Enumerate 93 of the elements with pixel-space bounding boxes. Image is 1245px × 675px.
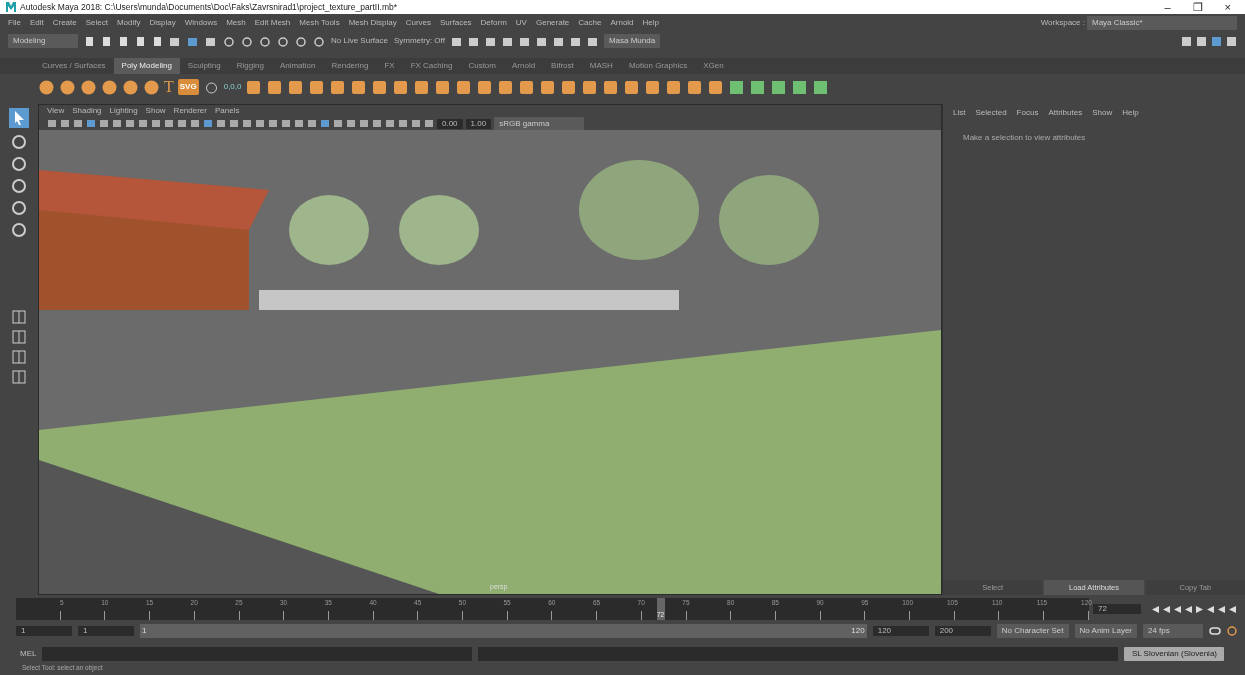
file-tool-icon[interactable] — [135, 35, 146, 47]
shelf-tab[interactable]: Animation — [271, 58, 324, 74]
select-mode-icon[interactable] — [187, 35, 199, 47]
menu-item[interactable]: Curves — [405, 17, 431, 29]
polygon-primitive-icon[interactable] — [101, 78, 118, 96]
menu-item[interactable]: Edit — [29, 17, 44, 29]
start-frame-field[interactable]: 1 — [16, 626, 72, 636]
attribute-menu-item[interactable]: Selected — [975, 107, 1007, 119]
panel-menu-item[interactable]: Lighting — [109, 105, 138, 117]
select-tool-icon[interactable] — [9, 108, 29, 128]
minimize-button[interactable]: – — [1164, 0, 1171, 16]
menu-item[interactable]: Display — [149, 17, 176, 29]
polygon-primitive-icon[interactable] — [122, 78, 139, 96]
loop-icon[interactable] — [1209, 626, 1221, 636]
command-language-label[interactable]: MEL — [20, 648, 37, 660]
menu-item[interactable]: Mesh — [226, 17, 246, 29]
maya-logo-icon — [6, 2, 16, 12]
snap-readout: 0,0,0 — [223, 81, 242, 93]
sound-icon[interactable] — [1227, 626, 1237, 636]
menu-item[interactable]: Select — [85, 17, 108, 29]
select-mode-icon[interactable] — [169, 35, 181, 47]
file-tool-icon[interactable] — [152, 35, 163, 47]
shelf-tab[interactable]: FX — [376, 58, 403, 74]
menu-item[interactable]: File — [8, 17, 21, 29]
shelf-tab[interactable]: Sculpting — [179, 58, 229, 74]
range-end-label: 120 — [851, 625, 865, 637]
menu-item[interactable]: Surfaces — [440, 17, 472, 29]
menu-item[interactable]: Windows — [184, 17, 218, 29]
anim-layer-dropdown[interactable]: No Anim Layer — [1074, 624, 1137, 638]
file-tool-icon[interactable] — [101, 35, 112, 47]
text-tool[interactable]: T — [164, 79, 174, 95]
panel-menu-item[interactable]: View — [47, 105, 65, 117]
menu-item[interactable]: Edit Mesh — [254, 17, 291, 29]
menu-item[interactable]: Arnold — [610, 17, 634, 29]
playback-end-field[interactable]: 120 — [872, 626, 929, 636]
attribute-menu-item[interactable]: Focus — [1016, 107, 1039, 119]
attribute-menu-item[interactable]: Show — [1092, 107, 1113, 119]
shelf-tab[interactable]: Custom — [460, 58, 504, 74]
character-set-dropdown[interactable]: No Character Set — [996, 624, 1069, 638]
panel-menu-item[interactable]: Show — [145, 105, 166, 117]
polygon-primitive-icon[interactable] — [59, 78, 76, 96]
attribute-menu-item[interactable]: Attributes — [1048, 107, 1083, 119]
user-account-dropdown[interactable]: Masa Munda — [603, 34, 661, 48]
close-button[interactable]: × — [1224, 0, 1231, 16]
panel-menu-item[interactable]: Panels — [214, 105, 240, 117]
menu-item[interactable]: Generate — [535, 17, 570, 29]
workspace-label: Workspace : — [1040, 17, 1085, 29]
menu-item[interactable]: Create — [52, 17, 77, 29]
attribute-menu-item[interactable]: List — [953, 107, 966, 119]
menu-item[interactable]: Cache — [578, 17, 602, 29]
command-input-field[interactable] — [42, 647, 473, 661]
gamma-field[interactable]: 1.00 — [465, 118, 492, 129]
panel-menu-item[interactable]: Renderer — [173, 105, 207, 117]
playback-start-field[interactable]: 1 — [78, 626, 134, 636]
select-mode-icon[interactable] — [205, 35, 217, 47]
polygon-primitive-icon[interactable] — [80, 78, 97, 96]
attribute-menu-item[interactable]: Help — [1122, 107, 1139, 119]
shelf-tab[interactable]: XGen — [695, 58, 732, 74]
exposure-field[interactable]: 0.00 — [437, 118, 463, 129]
polygon-primitive-icon[interactable] — [38, 78, 55, 96]
menu-item[interactable]: Help — [642, 17, 659, 29]
live-surface-field[interactable]: No Live Surface — [331, 35, 388, 47]
window-title: Autodesk Maya 2018: C:\Users\munda\Documents\Doc\Faks\Zavrsnirad1\project_texture_partII.mb* — [20, 0, 397, 14]
shelf-tab[interactable]: Rigging — [228, 58, 272, 74]
shelf-tab[interactable]: MASH — [581, 58, 621, 74]
shelf-tab[interactable]: Motion Graphics — [620, 58, 696, 74]
file-tool-icon[interactable] — [84, 35, 95, 47]
range-slider-bar[interactable]: 1 120 — [140, 624, 867, 638]
fps-dropdown[interactable]: 24 fps — [1143, 624, 1203, 638]
file-tool-icon[interactable] — [118, 35, 129, 47]
restore-button[interactable]: ❐ — [1192, 0, 1203, 16]
attribute-message: Make a selection to view attributes — [962, 132, 1087, 144]
shelf-tab[interactable]: Bifrost — [543, 58, 582, 74]
menu-item[interactable]: UV — [515, 17, 527, 29]
workspace-dropdown[interactable]: Maya Classic* — [1087, 16, 1237, 30]
shelf-tab[interactable]: FX Caching — [402, 58, 461, 74]
range-start-label: 1 — [142, 625, 147, 637]
shelf-tab[interactable]: Rendering — [323, 58, 377, 74]
menu-item[interactable]: Mesh Tools — [299, 17, 340, 29]
end-frame-field[interactable]: 200 — [934, 626, 991, 636]
color-space-dropdown[interactable]: sRGB gamma — [494, 116, 585, 131]
shelf-tab[interactable]: Arnold — [504, 58, 544, 74]
menu-item[interactable]: Mesh Display — [348, 17, 397, 29]
input-language-indicator[interactable]: SL Slovenian (Slovenia) — [1124, 647, 1225, 661]
current-frame-field[interactable]: 72 — [1093, 604, 1141, 614]
menu-item[interactable]: Deform — [480, 17, 507, 29]
shelf-tab[interactable]: Poly Modeling — [113, 58, 180, 74]
panel-menu-item[interactable]: Shading — [72, 105, 102, 117]
symmetry-field[interactable]: Symmetry: Off — [393, 35, 445, 47]
shelf-tab[interactable]: Curves / Surfaces — [34, 58, 114, 74]
menu-set-dropdown[interactable]: Modeling — [8, 34, 78, 48]
polygon-primitive-icon[interactable] — [143, 78, 160, 96]
menu-item[interactable]: Modify — [116, 17, 141, 29]
